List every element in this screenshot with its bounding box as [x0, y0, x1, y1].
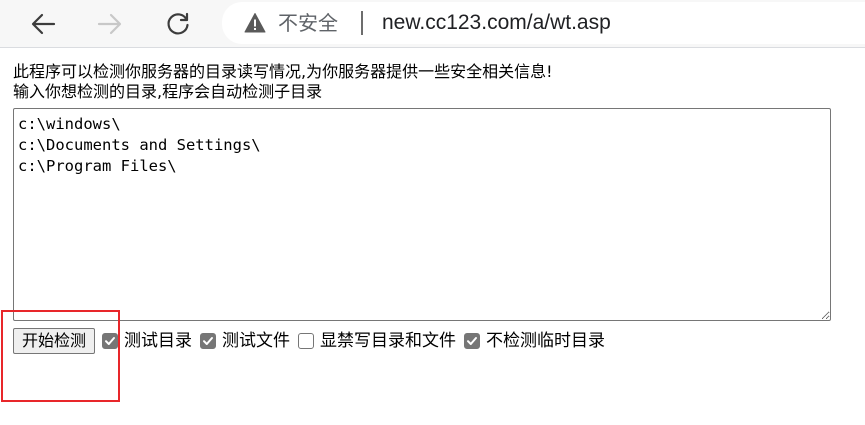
checkbox-skip-temp[interactable]	[464, 333, 481, 349]
option-label: 不检测临时目录	[486, 331, 606, 351]
highlight-box	[1, 310, 120, 402]
option-test-files[interactable]: 测试文件	[200, 331, 290, 351]
intro-line-1: 此程序可以检测你服务器的目录读写情况,为你服务器提供一些安全相关信息!	[13, 62, 553, 81]
option-test-dirs[interactable]: 测试目录	[102, 331, 192, 351]
directories-textarea[interactable]: c:\windows\ c:\Documents and Settings\ c…	[13, 108, 831, 321]
checkbox-test-dirs[interactable]	[102, 333, 119, 349]
forward-icon[interactable]	[90, 4, 130, 44]
address-separator	[361, 11, 363, 35]
option-label: 显禁写目录和文件	[320, 331, 457, 351]
option-label: 测试文件	[222, 331, 291, 351]
intro-line-2: 输入你想检测的目录,程序会自动检测子目录	[13, 82, 323, 101]
page-content: 此程序可以检测你服务器的目录读写情况,为你服务器提供一些安全相关信息! 输入你想…	[13, 62, 853, 102]
warning-icon[interactable]	[244, 12, 266, 34]
checkbox-test-files[interactable]	[200, 333, 217, 349]
option-show-readonly[interactable]: 显禁写目录和文件	[298, 331, 456, 351]
url-text[interactable]: new.cc123.com/a/wt.asp	[382, 10, 611, 36]
address-bar[interactable]: 不安全 new.cc123.com/a/wt.asp	[222, 2, 865, 44]
browser-toolbar: 不安全 new.cc123.com/a/wt.asp	[0, 0, 865, 48]
option-skip-temp[interactable]: 不检测临时目录	[464, 331, 605, 351]
controls-row: 开始检测 测试目录 测试文件 显禁写目录和文件 不检测临时目录	[13, 327, 613, 355]
start-detect-button[interactable]: 开始检测	[13, 328, 96, 354]
back-icon[interactable]	[23, 4, 63, 44]
security-label[interactable]: 不安全	[278, 10, 338, 36]
checkbox-show-readonly[interactable]	[298, 333, 315, 349]
option-label: 测试目录	[124, 331, 193, 351]
reload-icon[interactable]	[158, 4, 198, 44]
